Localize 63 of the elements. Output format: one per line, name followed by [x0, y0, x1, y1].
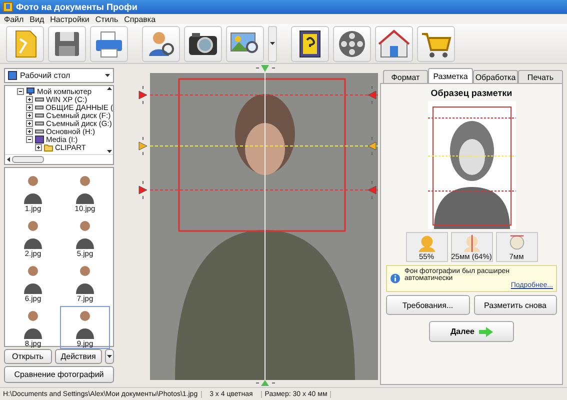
caret-icon	[107, 355, 112, 358]
dropdown-button[interactable]	[105, 349, 114, 364]
next-button[interactable]: Далее	[429, 321, 514, 342]
toolbar-button[interactable]	[226, 26, 264, 62]
person-silhouette	[74, 219, 96, 250]
menu-item[interactable]: Файл	[4, 14, 24, 24]
marker-flag-icon[interactable]	[368, 136, 376, 156]
marker-flag-icon[interactable]	[138, 86, 148, 105]
center-marker-icon[interactable]	[256, 65, 276, 72]
expander-icon[interactable]	[26, 96, 33, 103]
toolbar-button[interactable]	[184, 26, 222, 62]
toolbar-button[interactable]	[417, 26, 455, 62]
folder-dropdown[interactable]: Рабочий стол	[4, 68, 114, 84]
expander-icon[interactable]	[26, 104, 33, 111]
marker-flag-icon[interactable]	[368, 180, 376, 200]
expander-icon[interactable]	[17, 88, 24, 95]
center-marker-icon[interactable]	[256, 380, 276, 386]
expander-icon[interactable]	[26, 112, 33, 119]
panel-button[interactable]: Действия	[54, 349, 102, 364]
toolbar-button[interactable]	[142, 26, 180, 62]
toolbar-button[interactable]	[333, 26, 371, 62]
expander-icon[interactable]	[26, 120, 33, 127]
folder-icon	[44, 142, 53, 152]
expander-icon[interactable]	[35, 144, 42, 151]
expander-icon[interactable]	[26, 136, 33, 143]
marker-flag-icon[interactable]	[138, 180, 148, 200]
scrollbar-thumb[interactable]	[12, 156, 44, 164]
marker-flag-icon[interactable]	[138, 136, 148, 156]
computer-icon	[26, 86, 35, 96]
menu-item[interactable]: Справка	[124, 14, 156, 24]
person-silhouette	[22, 309, 44, 340]
menu-item[interactable]: Стиль	[95, 14, 118, 24]
tab[interactable]: Разметка	[428, 68, 473, 84]
compare-button[interactable]: Сравнение фотографий	[4, 366, 114, 384]
menu-item[interactable]: Настройки	[50, 14, 90, 24]
toolbar-button[interactable]	[291, 26, 329, 62]
caret-icon	[270, 42, 275, 46]
person-silhouette	[22, 219, 44, 250]
expander-icon[interactable]	[26, 128, 33, 135]
person-silhouette	[22, 174, 44, 204]
marker-flag-icon[interactable]	[368, 86, 376, 105]
person-silhouette	[74, 309, 96, 340]
action-button[interactable]: Разметить снова	[474, 295, 557, 316]
window-title: Фото на документы Профи	[16, 2, 138, 12]
person-silhouette	[74, 264, 96, 294]
person-silhouette	[74, 174, 96, 204]
arrow-right-icon	[478, 326, 493, 337]
info-icon	[390, 273, 401, 284]
section-title: Образец разметки	[430, 88, 512, 98]
panel-button[interactable]: Открыть	[4, 349, 52, 364]
tab[interactable]: Обработка	[473, 70, 518, 84]
caret-icon	[105, 74, 110, 78]
action-button[interactable]: Требования...	[386, 295, 470, 316]
scroll-up-icon[interactable]	[106, 87, 112, 90]
scroll-left-icon[interactable]	[7, 157, 10, 162]
menu-item[interactable]: Вид	[30, 14, 44, 24]
tab[interactable]: Формат	[383, 70, 428, 84]
scroll-down-icon[interactable]	[106, 150, 112, 154]
desktop-icon	[8, 71, 17, 80]
toolbar-button[interactable]	[48, 26, 86, 62]
app-icon	[3, 2, 13, 12]
person-silhouette	[22, 264, 44, 294]
tab[interactable]: Печать	[518, 70, 563, 84]
